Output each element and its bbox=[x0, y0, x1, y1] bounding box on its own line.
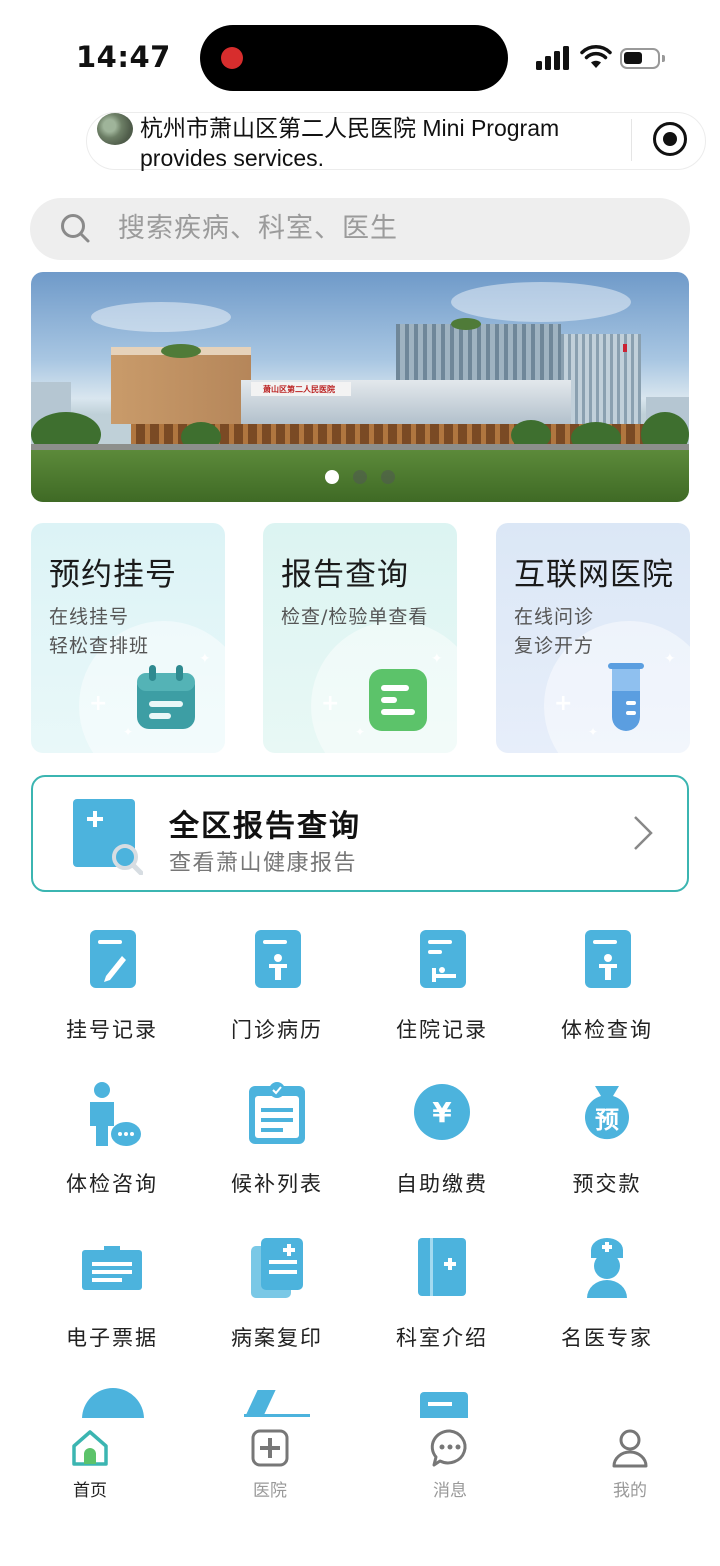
recording-indicator-icon bbox=[221, 47, 243, 69]
card-title: 互联网医院 bbox=[514, 557, 674, 593]
card-subtitle: 检查/检验单查看 bbox=[281, 606, 429, 628]
card-subtitle: 在线挂号 轻松查排班 bbox=[49, 606, 150, 657]
status-bar: 14:47 bbox=[0, 0, 720, 112]
carousel-dot[interactable] bbox=[325, 470, 339, 484]
profile-icon bbox=[612, 1429, 648, 1468]
grid-item-registration-record[interactable]: 挂号记录 bbox=[30, 928, 194, 1058]
grid-item-checkup-consult[interactable]: 体检咨询 bbox=[30, 1082, 194, 1212]
tab-profile[interactable]: 我的 bbox=[540, 1428, 720, 1518]
grid-item-expert-doctor[interactable]: 名医专家 bbox=[525, 1236, 689, 1366]
partial-grid-icon bbox=[244, 1390, 310, 1418]
banner-divider bbox=[631, 119, 632, 161]
home-icon bbox=[72, 1430, 108, 1466]
carousel-dot[interactable] bbox=[381, 470, 395, 484]
tab-messages[interactable]: 消息 bbox=[360, 1428, 540, 1518]
grid-item-department-intro[interactable]: 科室介绍 bbox=[360, 1236, 524, 1366]
report-doc-icon bbox=[369, 669, 427, 731]
checkup-query-icon bbox=[585, 930, 631, 988]
grid-item-checkup-query[interactable]: 体检查询 bbox=[525, 928, 689, 1058]
carousel-dots bbox=[31, 469, 689, 488]
battery-icon bbox=[620, 48, 665, 69]
grid-item-self-payment[interactable]: ¥ 自助缴费 bbox=[360, 1082, 524, 1212]
district-report-title: 全区报告查询 bbox=[169, 809, 361, 844]
grid-item-inpatient-record[interactable]: 住院记录 bbox=[360, 928, 524, 1058]
card-title: 预约挂号 bbox=[49, 557, 177, 593]
district-report-subtitle: 查看萧山健康报告 bbox=[169, 851, 358, 876]
hero-carousel[interactable]: 萧山区第二人民医院 bbox=[31, 272, 689, 502]
bottom-tab-bar: 首页 医院 消息 我的 bbox=[0, 1418, 720, 1566]
tab-hospital[interactable]: 医院 bbox=[180, 1428, 360, 1518]
hospital-building-left bbox=[111, 354, 251, 424]
grid-item-prepayment[interactable]: 预 预交款 bbox=[525, 1082, 689, 1212]
mini-program-close-icon[interactable] bbox=[653, 122, 687, 156]
e-invoice-icon bbox=[82, 1246, 142, 1290]
status-icons bbox=[536, 44, 666, 74]
prepayment-icon: 预 bbox=[585, 1086, 629, 1140]
hospital-avatar bbox=[97, 113, 133, 145]
inpatient-record-icon bbox=[420, 930, 466, 988]
record-copy-icon bbox=[251, 1238, 303, 1298]
district-report-query[interactable]: 全区报告查询 查看萧山健康报告 bbox=[31, 775, 689, 892]
svg-text:¥: ¥ bbox=[432, 1096, 452, 1129]
card-subtitle: 在线问诊 复诊开方 bbox=[514, 606, 595, 657]
status-time: 14:47 bbox=[76, 40, 171, 74]
grid-item-waitlist[interactable]: 候补列表 bbox=[195, 1082, 359, 1212]
report-query-card[interactable]: 报告查询 检查/检验单查看 + ✦ ✦ bbox=[263, 523, 457, 753]
grid-item-record-copy[interactable]: 病案复印 bbox=[195, 1236, 359, 1366]
search-icon bbox=[61, 214, 90, 243]
card-title: 报告查询 bbox=[281, 557, 409, 593]
department-intro-icon bbox=[418, 1238, 466, 1296]
mini-program-banner[interactable]: 杭州市萧山区第二人民医院 Mini Program provides servi… bbox=[86, 112, 706, 171]
chevron-right-icon bbox=[634, 816, 653, 850]
partial-grid-icon bbox=[420, 1392, 468, 1418]
dynamic-island bbox=[200, 25, 508, 91]
waitlist-icon bbox=[249, 1082, 305, 1144]
home-indicator bbox=[236, 1546, 484, 1555]
search-bar[interactable] bbox=[30, 198, 690, 260]
search-input[interactable] bbox=[118, 198, 658, 260]
hospital-sign: 萧山区第二人民医院 bbox=[263, 385, 335, 394]
outpatient-record-icon bbox=[255, 930, 301, 988]
cellular-signal-icon bbox=[536, 46, 572, 70]
partial-grid-icon bbox=[82, 1388, 144, 1418]
internet-hospital-card[interactable]: 互联网医院 在线问诊 复诊开方 + ✦ ✦ bbox=[496, 523, 690, 753]
carousel-dot[interactable] bbox=[353, 470, 367, 484]
tab-home[interactable]: 首页 bbox=[0, 1428, 180, 1518]
grid-item-e-invoice[interactable]: 电子票据 bbox=[30, 1236, 194, 1366]
calendar-icon bbox=[137, 665, 195, 729]
appointment-card[interactable]: 预约挂号 在线挂号 轻松查排班 + ✦ ✦ bbox=[31, 523, 225, 753]
svg-text:预: 预 bbox=[595, 1106, 619, 1134]
wifi-icon bbox=[580, 45, 612, 68]
hospital-icon bbox=[251, 1429, 289, 1467]
report-search-icon bbox=[73, 799, 143, 875]
test-tube-icon bbox=[608, 663, 644, 731]
grid-item-outpatient-record[interactable]: 门诊病历 bbox=[195, 928, 359, 1058]
mini-program-provider-text: 杭州市萧山区第二人民医院 Mini Program provides servi… bbox=[140, 115, 560, 171]
expert-doctor-icon bbox=[587, 1238, 627, 1298]
message-icon bbox=[430, 1429, 467, 1467]
registration-record-icon bbox=[90, 930, 136, 988]
checkup-consult-icon bbox=[90, 1082, 141, 1146]
self-payment-icon: ¥ bbox=[414, 1084, 470, 1140]
